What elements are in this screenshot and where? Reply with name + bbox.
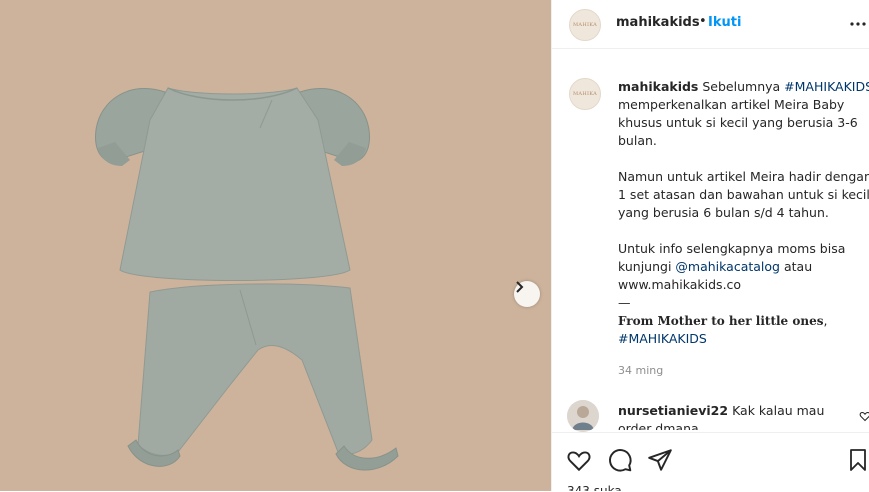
website-text: www.mahikakids.co [618,277,742,292]
chevron-right-icon [516,281,524,293]
user-photo-icon [567,400,599,432]
post-details-panel: MAHIKA mahikakids • Ikuti MAHIKA mahikak… [551,0,869,492]
post-username[interactable]: mahikakids [616,15,700,30]
heart-icon[interactable] [566,447,592,473]
mention-link[interactable]: @mahikacatalog [675,259,780,274]
comment-avatar[interactable] [567,400,599,432]
comment-icon[interactable] [607,447,633,473]
caption-username[interactable]: mahikakids [618,79,698,94]
comment-like-icon[interactable] [859,410,869,422]
caption-avatar[interactable]: MAHIKA [569,78,601,110]
caption-tagline: From Mother to her little ones [618,314,824,328]
product-photo-baby-outfit [95,87,399,471]
separator-dot: • [699,14,707,29]
avatar-logo-text: MAHIKA [572,91,597,97]
caption-text: atau [783,259,813,274]
caption-intro: Sebelumnya [702,79,781,94]
avatar-logo-text: MAHIKA [572,22,597,28]
carousel-next-button[interactable] [514,281,540,307]
comment: nursetianievi22 Kak kalau mau [618,402,868,420]
share-icon[interactable] [647,447,673,473]
post-header: MAHIKA mahikakids • Ikuti [552,0,869,49]
comment-text: Kak kalau mau [732,403,825,418]
caption-timestamp[interactable]: 34 ming [618,364,663,377]
instagram-post-view: MAHIKA mahikakids • Ikuti MAHIKA mahikak… [0,0,869,492]
avatar[interactable]: MAHIKA [569,9,601,41]
caption-text: memperkenalkan artikel Meira Baby khusus… [618,97,858,148]
comment-continued: order dmana [618,420,868,430]
comment-text-cont: order dmana [618,421,699,430]
post-image[interactable] [0,0,551,491]
hashtag-link[interactable]: #MAHIKAKIDS [784,79,869,94]
post-caption: mahikakids Sebelumnya #MAHIKAKIDS memper… [618,78,869,348]
hashtag-link[interactable]: #MAHIKAKIDS [618,331,707,346]
more-options-icon[interactable] [849,17,867,31]
likes-count[interactable]: 343 suka [567,484,622,491]
caption-dash: — [618,295,631,310]
action-bar [552,432,869,492]
caption-paragraph: Namun untuk artikel Meira hadir dengan 1… [618,169,869,220]
comment-username[interactable]: nursetianievi22 [618,403,728,418]
follow-button[interactable]: Ikuti [708,15,741,30]
bookmark-icon[interactable] [846,447,869,473]
caption-comma: , [823,313,828,328]
